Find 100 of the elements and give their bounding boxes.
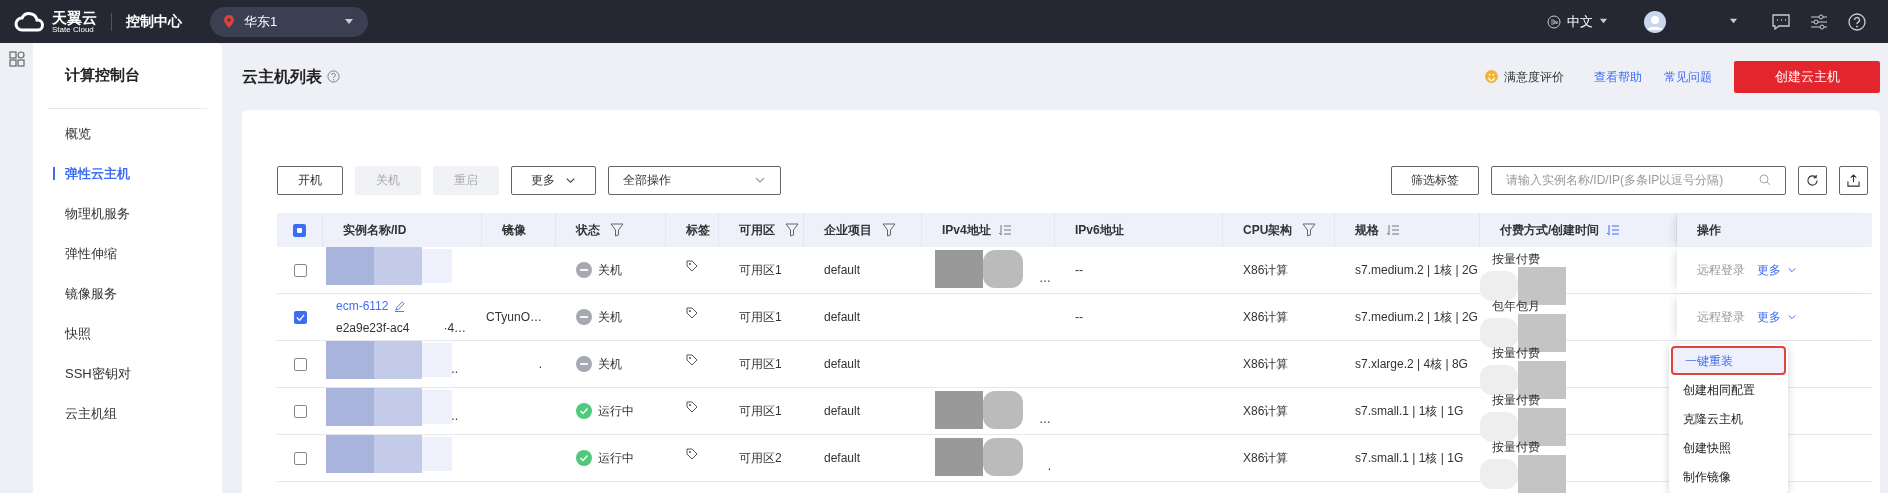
table-cell-text: s7.xlarge.2 | 4核 | 8G	[1355, 356, 1468, 373]
row-checkbox[interactable]	[293, 451, 307, 465]
column-header[interactable]: IPv4地址	[942, 221, 991, 239]
chevron-down-icon	[1787, 312, 1797, 322]
sidebar-item[interactable]: 弹性伸缩	[65, 244, 117, 264]
location-pin-icon	[224, 15, 234, 28]
more-link[interactable]: 更多	[1757, 261, 1797, 279]
export-button[interactable]	[1839, 165, 1868, 195]
refresh-button[interactable]	[1798, 165, 1827, 195]
row-checkbox[interactable]	[293, 404, 307, 418]
instance-name-link[interactable]: ecm-6112	[336, 297, 389, 315]
tag-filter-button[interactable]: 筛选标签	[1391, 165, 1479, 195]
column-header[interactable]: 付费方式/创建时间	[1500, 221, 1600, 239]
status-text: 关机	[598, 356, 622, 373]
sidebar-item[interactable]: 云主机组	[65, 404, 117, 424]
apps-icon[interactable]	[8, 51, 25, 67]
truncated-text: ..	[451, 361, 458, 378]
checkmark-icon	[295, 312, 305, 322]
chevron-down-icon	[1787, 265, 1797, 275]
filter-icon[interactable]	[1302, 223, 1317, 237]
operations-select[interactable]: 全部操作	[608, 165, 781, 195]
status-text: 运行中	[598, 450, 634, 467]
status-text: 运行中	[598, 403, 634, 420]
settings-icon[interactable]	[1810, 13, 1828, 30]
avatar-icon[interactable]	[1644, 10, 1666, 33]
rating-link[interactable]: 满意度评价	[1485, 67, 1564, 86]
caret-icon[interactable]	[1729, 17, 1738, 26]
sidebar-item[interactable]: 弹性云主机	[65, 164, 130, 184]
table-cell-text: X86计算	[1243, 262, 1289, 279]
image-name: CTyunO…	[486, 309, 542, 326]
help-icon[interactable]	[1848, 12, 1866, 31]
sidebar-item[interactable]: 快照	[65, 324, 91, 344]
column-header[interactable]: CPU架构	[1243, 221, 1293, 239]
globe-icon	[1547, 14, 1561, 29]
column-header[interactable]: 可用区	[739, 221, 775, 239]
filter-icon[interactable]	[785, 223, 799, 237]
create-instance-button[interactable]: 创建云主机	[1734, 60, 1880, 93]
active-indicator	[53, 167, 55, 180]
menu-item[interactable]: 创建相同配置	[1671, 375, 1786, 404]
table-cell-text: s7.small.1 | 1核 | 1G	[1355, 403, 1464, 420]
more-dropdown[interactable]: 更多	[511, 165, 596, 195]
truncated-text: …	[1039, 270, 1051, 287]
filter-icon[interactable]	[610, 223, 624, 237]
edit-icon[interactable]	[394, 300, 406, 312]
cloud-logo-icon	[14, 10, 46, 33]
sidebar-item[interactable]: 镜像服务	[65, 284, 117, 304]
tag-icon[interactable]	[686, 307, 698, 319]
truncated-text: ..	[451, 408, 458, 425]
table-cell-text: --	[1075, 309, 1083, 326]
filter-icon[interactable]	[882, 223, 896, 237]
tag-icon[interactable]	[686, 354, 698, 366]
billing-text: 包年包月	[1492, 298, 1540, 315]
table-cell-text: default	[824, 403, 861, 420]
menu-item[interactable]: 一键重装	[1671, 346, 1786, 375]
page-title: 云主机列表	[242, 66, 322, 87]
tag-icon[interactable]	[686, 448, 698, 460]
select-all-checkbox[interactable]	[293, 223, 306, 237]
status-text: 关机	[598, 262, 622, 279]
table-cell-text: 可用区1	[739, 262, 782, 279]
message-icon[interactable]	[1772, 13, 1790, 30]
truncated-text: …	[1039, 411, 1051, 428]
sidebar-item[interactable]: 概览	[65, 124, 91, 144]
menu-item[interactable]: 创建快照	[1671, 433, 1786, 462]
status-text: 关机	[598, 309, 622, 326]
column-header[interactable]: 企业项目	[824, 221, 872, 239]
table-cell-text: default	[824, 309, 861, 326]
table-cell-text: default	[824, 450, 861, 467]
help-link[interactable]: 常见问题	[1664, 67, 1712, 86]
sidebar-item[interactable]: 物理机服务	[65, 204, 130, 224]
column-header[interactable]: 实例名称/ID	[343, 221, 407, 239]
language-selector[interactable]: 中文	[1547, 11, 1608, 32]
table-cell-text: X86计算	[1243, 450, 1289, 467]
tag-icon[interactable]	[686, 260, 698, 272]
tag-icon[interactable]	[686, 401, 698, 413]
column-header[interactable]: 操作	[1697, 221, 1721, 239]
column-header[interactable]: 镜像	[502, 221, 526, 239]
row-checkbox[interactable]	[293, 357, 307, 371]
search-field[interactable]: 请输入实例名称/ID/IP(多条IP以逗号分隔)	[1491, 165, 1786, 195]
sidebar-item[interactable]: SSH密钥对	[65, 364, 131, 384]
billing-text: 按量付费	[1492, 345, 1540, 362]
more-link[interactable]: 更多	[1757, 308, 1797, 326]
table-cell-text: s7.medium.2 | 1核 | 2G	[1355, 262, 1478, 279]
column-header[interactable]: IPv6地址	[1075, 221, 1124, 239]
toolbar-button[interactable]: 开机	[277, 165, 343, 195]
table-cell-text: 可用区2	[739, 450, 782, 467]
menu-item[interactable]: 制作镜像	[1671, 462, 1786, 491]
table-cell-text: 可用区1	[739, 356, 782, 373]
billing-text: 按量付费	[1492, 251, 1540, 268]
row-checkbox[interactable]	[293, 310, 307, 324]
column-header[interactable]: 状态	[576, 221, 600, 239]
column-header[interactable]: 规格	[1355, 221, 1379, 239]
truncated-text: .	[1047, 458, 1051, 475]
instance-id: e2a9e23f-ac4	[336, 320, 410, 337]
region-selector[interactable]: 华东1	[210, 6, 368, 37]
help-link[interactable]: 查看帮助	[1594, 67, 1642, 86]
row-checkbox[interactable]	[293, 263, 307, 277]
smiley-icon	[1485, 70, 1498, 83]
table-cell-text: X86计算	[1243, 309, 1289, 326]
column-header[interactable]: 标签	[686, 221, 710, 239]
menu-item[interactable]: 克隆云主机	[1671, 404, 1786, 433]
